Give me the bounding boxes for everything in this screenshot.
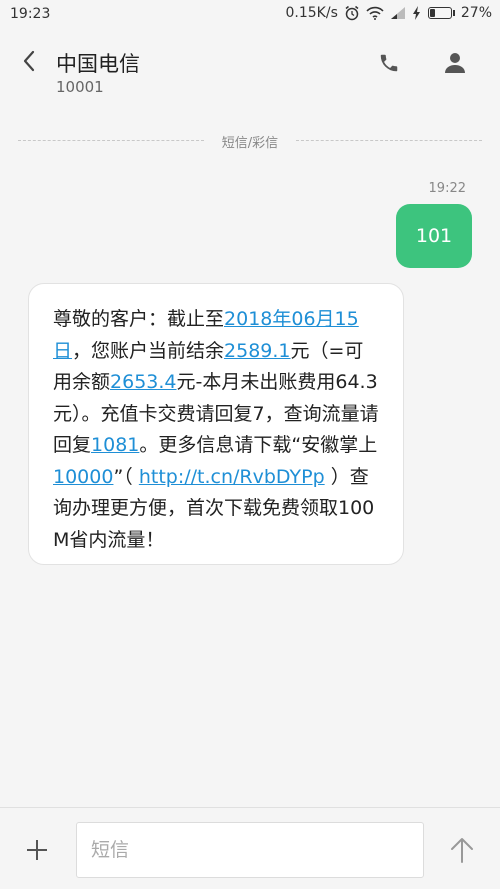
wifi-icon xyxy=(366,6,384,20)
message-link[interactable]: 1081 xyxy=(91,434,139,456)
message-link[interactable]: http://t.cn/RvbDYPp xyxy=(139,466,325,488)
channel-label: 短信/彩信 xyxy=(221,136,279,151)
conversation-header: 中国电信 10001 xyxy=(0,30,500,110)
status-bar: 19:23 0.15K/s 27% xyxy=(0,0,500,30)
message-link[interactable]: 2653.4 xyxy=(110,371,176,393)
message-text-segment: ”（ xyxy=(113,465,139,488)
composer-bar xyxy=(0,807,500,889)
call-button[interactable] xyxy=(372,46,406,80)
message-text-segment: 尊敬的客户：截止至 xyxy=(53,308,225,330)
back-icon xyxy=(23,50,35,72)
channel-divider: 短信/彩信 xyxy=(18,130,482,151)
message-link[interactable]: 10000 xyxy=(53,466,113,488)
person-icon xyxy=(445,53,465,73)
send-arrow-icon xyxy=(451,838,473,863)
sent-message-bubble[interactable]: 101 xyxy=(396,204,472,268)
charging-icon xyxy=(412,6,422,20)
received-message-text: 尊敬的客户：截止至2018年06月15日，您账户当前结余2589.1元（=可用余… xyxy=(53,304,381,556)
contact-profile-button[interactable] xyxy=(438,46,472,80)
signal-icon xyxy=(390,6,406,20)
plus-icon xyxy=(27,840,47,860)
status-icons: 0.15K/s 27% xyxy=(286,5,493,21)
message-text-segment: 。更多信息请下载“安徽掌上 xyxy=(139,434,378,456)
contact-name: 中国电信 xyxy=(56,52,140,76)
battery-icon xyxy=(427,7,455,19)
received-message-bubble[interactable]: 尊敬的客户：截止至2018年06月15日，您账户当前结余2589.1元（=可用余… xyxy=(28,283,404,565)
alarm-icon xyxy=(344,5,360,21)
message-input[interactable] xyxy=(76,822,424,878)
message-link[interactable]: 2589.1 xyxy=(224,340,290,362)
battery-percent: 27% xyxy=(460,5,492,21)
add-attachment-button[interactable] xyxy=(22,835,52,865)
back-button[interactable] xyxy=(14,46,44,76)
message-text-segment: ，您账户当前结余 xyxy=(72,339,225,362)
network-speed: 0.15K/s xyxy=(285,5,338,21)
status-time: 19:23 xyxy=(10,6,51,22)
phone-icon xyxy=(380,54,398,72)
sent-message-time: 19:22 xyxy=(428,181,466,196)
contact-number: 10001 xyxy=(56,78,104,96)
send-button[interactable] xyxy=(446,834,478,866)
sent-message-text: 101 xyxy=(415,225,453,247)
